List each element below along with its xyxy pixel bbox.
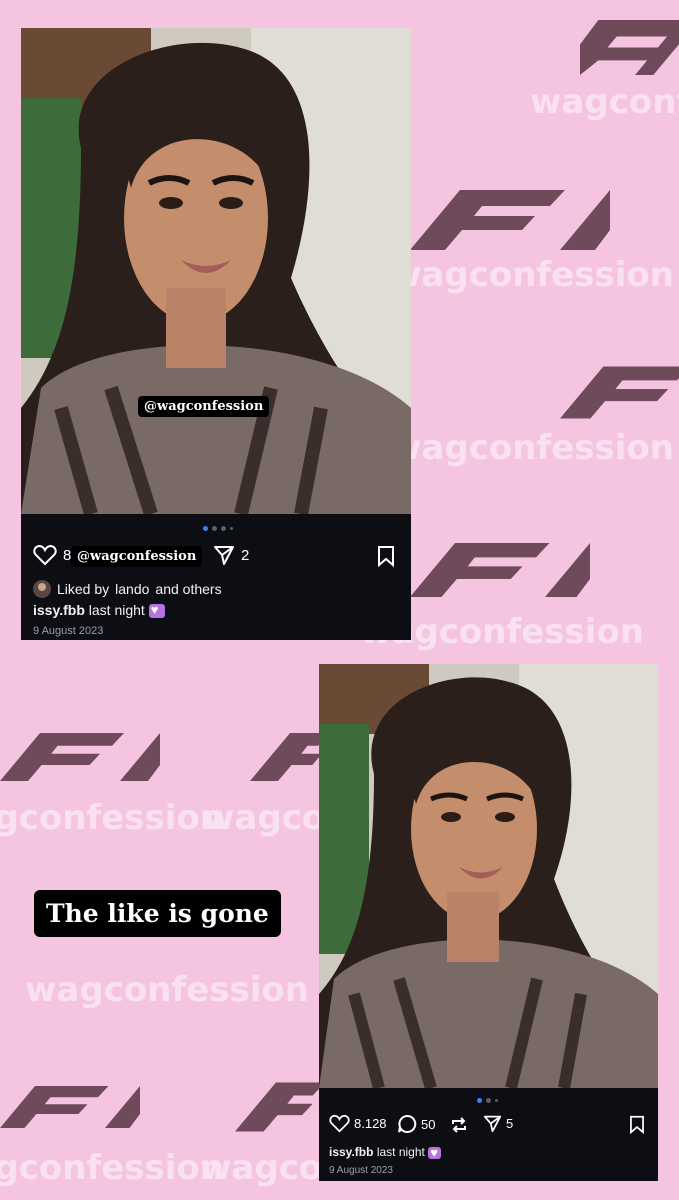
post-username[interactable]: issy.fbb bbox=[329, 1145, 373, 1159]
f1-logo bbox=[0, 1086, 140, 1128]
post-photo bbox=[319, 664, 658, 1088]
liked-by-suffix: and others bbox=[155, 581, 222, 597]
post-card-bottom: 8.128 50 5 issy.fbb last night 9 August … bbox=[319, 664, 658, 1181]
story-canvas: wagconfession wagconfession wagconfessio… bbox=[0, 0, 679, 1200]
comment-icon bbox=[398, 1114, 417, 1133]
avatar[interactable] bbox=[33, 580, 51, 598]
f1-logo bbox=[580, 20, 679, 75]
caption-sticker: The like is gone bbox=[34, 890, 281, 937]
send-icon bbox=[483, 1115, 502, 1133]
watermark-sticker: @wagconfession bbox=[138, 396, 270, 417]
post-date: 9 August 2023 bbox=[329, 1165, 393, 1176]
heart-emoji-icon bbox=[428, 1145, 442, 1160]
liked-by-row: Liked by lando and others bbox=[33, 580, 411, 598]
carousel-dots bbox=[203, 526, 233, 531]
share-count: 5 bbox=[506, 1116, 514, 1131]
watermark-text: wagconfession bbox=[0, 798, 224, 838]
carousel-dot bbox=[221, 526, 226, 531]
liked-by-prefix: Liked by bbox=[57, 581, 110, 597]
watermark-text: wagconfession bbox=[530, 82, 679, 122]
watermark-text: wagconfession bbox=[390, 255, 674, 295]
carousel-dot bbox=[495, 1099, 498, 1102]
carousel-dots bbox=[477, 1098, 498, 1103]
f1-logo bbox=[250, 733, 330, 781]
send-icon bbox=[214, 546, 234, 565]
share-button[interactable]: 5 bbox=[483, 1114, 513, 1133]
caption-row: issy.fbb last night bbox=[329, 1145, 658, 1160]
liked-by-user[interactable]: lando bbox=[115, 581, 149, 597]
carousel-dot bbox=[230, 527, 233, 530]
carousel-dot bbox=[212, 526, 217, 531]
f1-logo bbox=[410, 190, 610, 250]
post-photo bbox=[21, 28, 411, 514]
bookmark-icon[interactable] bbox=[377, 545, 395, 567]
watermark-text: wagconfession bbox=[0, 1148, 224, 1188]
share-count: 2 bbox=[241, 546, 250, 564]
post-username[interactable]: issy.fbb bbox=[33, 602, 85, 618]
heart-icon bbox=[33, 544, 57, 566]
carousel-dot-active bbox=[477, 1098, 482, 1103]
watermark-text: wagconfession bbox=[390, 428, 674, 468]
post-date: 9 August 2023 bbox=[33, 625, 104, 637]
post-card-top: @wagconfession 8 @wagconfession 2 Liked … bbox=[21, 28, 411, 640]
repost-icon[interactable] bbox=[450, 1116, 468, 1134]
like-count: 8.128 bbox=[354, 1116, 387, 1131]
post-caption: last night bbox=[376, 1145, 425, 1159]
heart-emoji-icon bbox=[148, 602, 165, 619]
overlay-sticker: @wagconfession bbox=[71, 546, 203, 567]
f1-logo bbox=[410, 543, 590, 597]
f1-logo bbox=[0, 733, 160, 781]
comment-button[interactable]: 50 bbox=[397, 1114, 435, 1134]
f1-logo bbox=[235, 1082, 325, 1132]
watermark-text: wagconfession bbox=[25, 970, 309, 1010]
caption-row: issy.fbb last night bbox=[33, 602, 411, 619]
post-caption: last night bbox=[88, 602, 145, 618]
comment-count: 50 bbox=[421, 1116, 436, 1132]
like-button[interactable]: 8.128 bbox=[329, 1114, 387, 1133]
f1-logo bbox=[560, 366, 679, 419]
bookmark-icon[interactable] bbox=[629, 1115, 645, 1134]
heart-icon bbox=[329, 1114, 350, 1133]
carousel-dot-active bbox=[203, 526, 208, 531]
carousel-dot bbox=[486, 1098, 491, 1103]
like-button[interactable]: 8 bbox=[33, 544, 71, 566]
share-button[interactable]: 2 bbox=[213, 544, 249, 566]
